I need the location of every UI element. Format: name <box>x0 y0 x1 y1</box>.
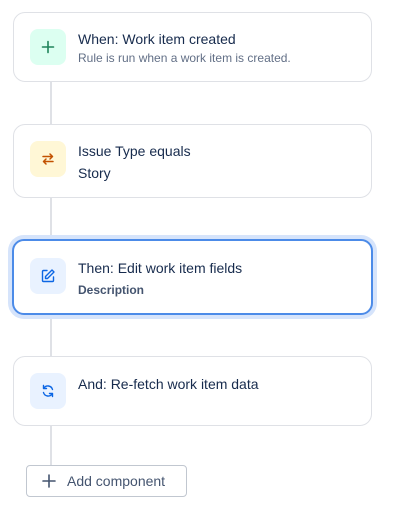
add-component-button[interactable]: Add component <box>26 465 187 497</box>
rule-step-action-edit[interactable]: Then: Edit work item fields Description <box>12 239 373 315</box>
swap-arrows-icon <box>30 141 66 177</box>
step-subtitle: Rule is run when a work item is created. <box>78 51 291 65</box>
connector-line <box>50 82 52 124</box>
refresh-icon <box>30 373 66 409</box>
step-title: When: Work item created <box>78 31 236 47</box>
rule-flow-canvas: When: Work item created Rule is run when… <box>0 0 416 509</box>
add-component-label: Add component <box>67 473 166 489</box>
step-subtitle: Story <box>78 165 111 181</box>
rule-step-trigger[interactable]: When: Work item created Rule is run when… <box>13 12 372 82</box>
rule-step-action-refetch[interactable]: And: Re-fetch work item data <box>13 356 372 426</box>
connector-line <box>50 316 52 356</box>
step-title: Then: Edit work item fields <box>78 260 243 276</box>
connector-line <box>50 424 52 465</box>
step-title: Issue Type equals <box>78 143 191 159</box>
connector-line <box>50 198 52 240</box>
rule-step-condition[interactable]: Issue Type equals Story <box>13 124 372 198</box>
plus-icon <box>30 29 66 65</box>
step-title: And: Re-fetch work item data <box>78 376 259 392</box>
step-subtitle: Description <box>78 283 145 297</box>
plus-icon <box>41 473 57 489</box>
edit-icon <box>30 258 66 294</box>
